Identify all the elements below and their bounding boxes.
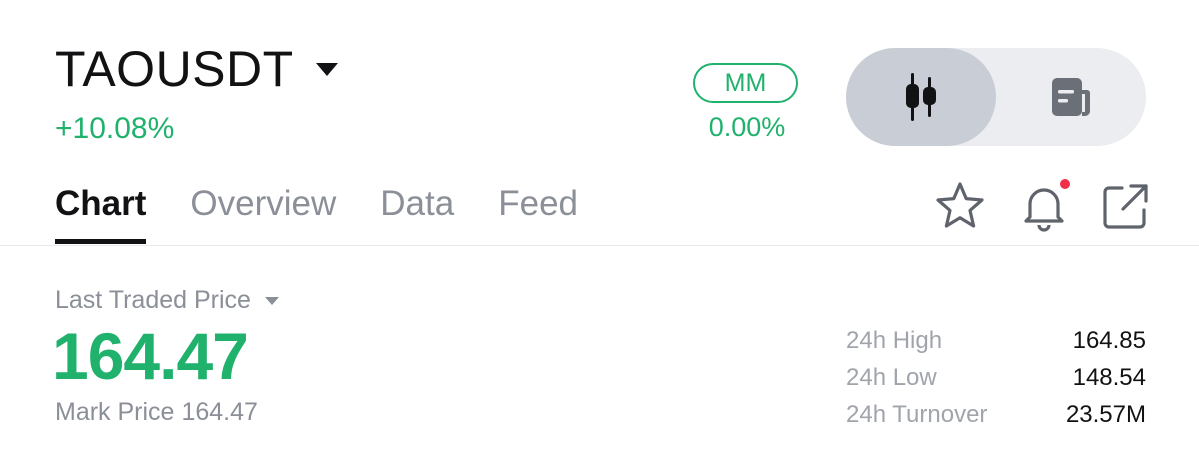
stat-value: 23.57M bbox=[1065, 400, 1146, 428]
bell-icon bbox=[1024, 179, 1070, 232]
view-toggle bbox=[846, 48, 1146, 146]
stats-panel: 24h High 164.85 24h Low 148.54 24h Turno… bbox=[846, 322, 1146, 433]
info-view-button[interactable] bbox=[996, 48, 1146, 146]
mark-price: Mark Price 164.47 bbox=[55, 398, 265, 427]
star-icon bbox=[936, 182, 984, 228]
tab-overview[interactable]: Overview bbox=[190, 182, 336, 226]
mm-value: 0.00% bbox=[708, 112, 786, 142]
candlestick-icon bbox=[906, 73, 936, 121]
symbol-name: TAOUSDT bbox=[55, 41, 294, 97]
stat-row: 24h Turnover 23.57M bbox=[846, 396, 1146, 433]
mm-badge[interactable]: MM bbox=[693, 63, 798, 103]
notification-dot bbox=[1060, 179, 1070, 189]
stat-value: 164.85 bbox=[1072, 326, 1146, 354]
price-type-selector[interactable]: Last Traded Price bbox=[55, 286, 279, 315]
symbol-selector[interactable]: TAOUSDT bbox=[55, 44, 338, 94]
mark-price-label: Mark Price bbox=[55, 398, 175, 426]
tab-chart[interactable]: Chart bbox=[55, 182, 147, 244]
candlestick-view-button[interactable] bbox=[846, 48, 996, 146]
stat-label: 24h High bbox=[846, 326, 943, 354]
last-traded-price: 164.47 bbox=[52, 319, 249, 393]
caret-down-icon bbox=[264, 296, 279, 305]
share-button[interactable] bbox=[1098, 178, 1154, 234]
tab-feed[interactable]: Feed bbox=[498, 182, 578, 226]
stat-label: 24h Low bbox=[846, 363, 937, 391]
caret-down-icon bbox=[315, 62, 338, 76]
last-traded-price-label: Last Traded Price bbox=[55, 286, 251, 314]
stat-row: 24h High 164.85 bbox=[846, 322, 1146, 359]
share-icon bbox=[1103, 184, 1148, 229]
stat-row: 24h Low 148.54 bbox=[846, 359, 1146, 396]
mark-price-value: 164.47 bbox=[181, 398, 258, 426]
stat-value: 148.54 bbox=[1072, 363, 1146, 391]
favorite-button[interactable] bbox=[932, 178, 988, 234]
alert-button[interactable] bbox=[1016, 178, 1072, 234]
tab-data[interactable]: Data bbox=[380, 182, 454, 226]
tab-bar: Chart Overview Data Feed bbox=[55, 182, 622, 244]
document-icon bbox=[1052, 78, 1090, 116]
stat-label: 24h Turnover bbox=[846, 400, 988, 428]
price-change-percent: +10.08% bbox=[55, 112, 175, 145]
divider bbox=[0, 245, 1199, 246]
